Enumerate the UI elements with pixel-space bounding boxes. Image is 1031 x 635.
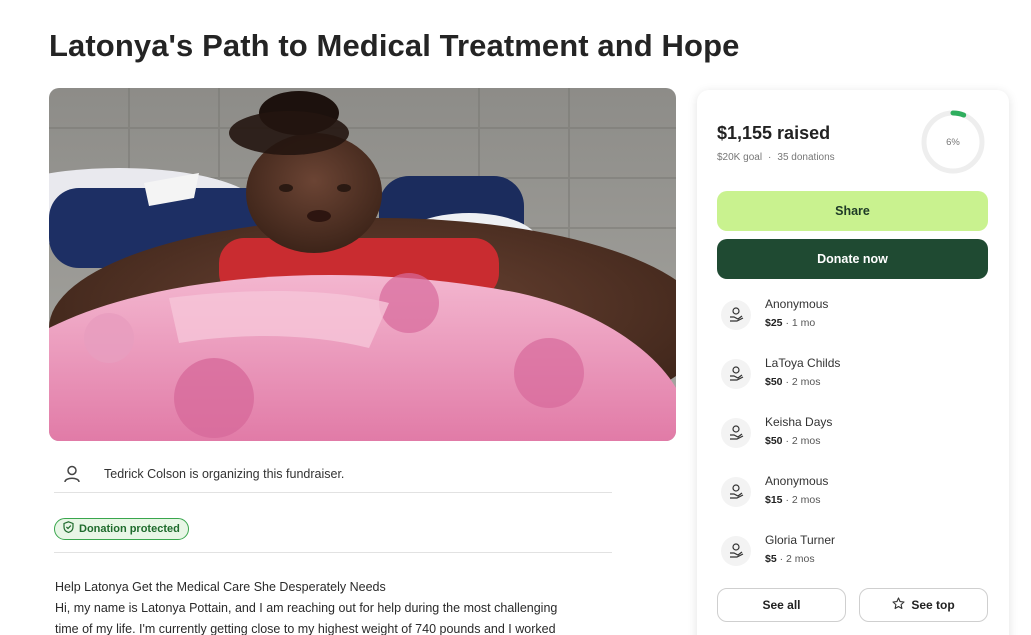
progress-percent: 6%	[946, 136, 960, 148]
see-top-label: See top	[911, 598, 955, 612]
donation-meta: $50 · 2 mos	[765, 435, 821, 447]
donate-now-button[interactable]: Donate now	[717, 239, 988, 279]
donor-name: Keisha Days	[765, 415, 833, 429]
donation-meta: $50 · 2 mos	[765, 376, 821, 388]
donation-amount: $50	[765, 376, 783, 388]
donation-protected-badge[interactable]: Donation protected	[54, 518, 189, 540]
donation-time: 1 mo	[791, 317, 816, 329]
recent-donations-list: Anonymous $25 · 1 mo LaToya Childs $50 ·…	[717, 286, 989, 581]
donation-amount: $5	[765, 553, 777, 565]
story-section: Help Latonya Get the Medical Care She De…	[55, 577, 625, 635]
divider	[54, 552, 612, 553]
donation-meta: $5 · 2 mos	[765, 553, 815, 565]
donation-time: 2 mos	[791, 435, 821, 447]
donation-item: Keisha Days $50 · 2 mos	[717, 404, 989, 463]
organizer-text: Tedrick Colson is organizing this fundra…	[104, 466, 345, 481]
donor-name: Anonymous	[765, 297, 829, 311]
story-line: time of my life. I'm currently getting c…	[55, 622, 556, 635]
donation-sidebar-card: $1,155 raised $20K goal · 35 donations 6% …	[697, 90, 1009, 635]
fundraiser-hero-photo[interactable]	[49, 88, 676, 441]
badge-label: Donation protected	[79, 523, 180, 535]
story-line: Hi, my name is Latonya Pottain, and I am…	[55, 601, 558, 615]
donation-item: Anonymous $15 · 2 mos	[717, 463, 989, 522]
goal-summary: $20K goal · 35 donations	[717, 152, 835, 163]
story-heading: Help Latonya Get the Medical Care She De…	[55, 580, 386, 594]
donation-hand-icon	[721, 536, 751, 566]
donation-hand-icon	[721, 418, 751, 448]
donation-time: 2 mos	[786, 553, 815, 565]
donor-name: Anonymous	[765, 474, 829, 488]
person-icon	[60, 462, 84, 486]
donation-count: 35 donations	[777, 152, 835, 163]
goal-amount: $20K goal	[717, 152, 763, 163]
page-title: Latonya's Path to Medical Treatment and …	[49, 28, 740, 63]
share-button[interactable]: Share	[717, 191, 988, 231]
donor-name: LaToya Childs	[765, 356, 841, 370]
shield-check-icon	[63, 520, 74, 538]
see-all-label: See all	[762, 598, 801, 612]
star-icon	[892, 597, 905, 613]
donation-meta: $15 · 2 mos	[765, 494, 821, 506]
donation-item: LaToya Childs $50 · 2 mos	[717, 345, 989, 404]
donation-time: 2 mos	[791, 494, 821, 506]
donation-amount: $50	[765, 435, 783, 447]
amount-raised: $1,155 raised	[717, 123, 831, 143]
donation-amount: $25	[765, 317, 783, 329]
donation-time: 2 mos	[791, 376, 821, 388]
donation-amount: $15	[765, 494, 783, 506]
donation-item: Gloria Turner $5 · 2 mos	[717, 522, 989, 581]
donation-hand-icon	[721, 300, 751, 330]
organizer-row: Tedrick Colson is organizing this fundra…	[54, 455, 612, 493]
donation-hand-icon	[721, 359, 751, 389]
see-all-button[interactable]: See all	[717, 588, 846, 622]
donor-name: Gloria Turner	[765, 533, 836, 547]
donation-meta: $25 · 1 mo	[765, 317, 816, 329]
see-top-button[interactable]: See top	[859, 588, 988, 622]
donation-hand-icon	[721, 477, 751, 507]
donation-item: Anonymous $25 · 1 mo	[717, 286, 989, 345]
